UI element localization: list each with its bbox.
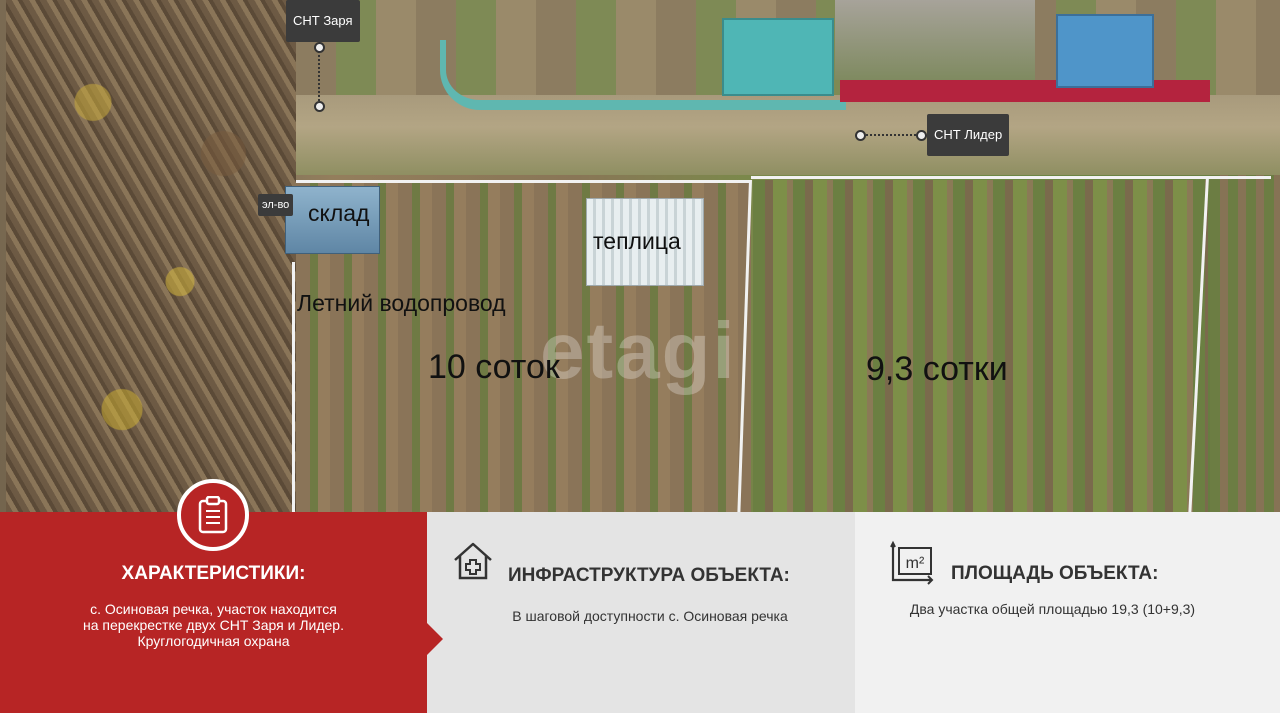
watermark: etagi — [540, 306, 737, 395]
infrastructure-text: В шаговой доступности с. Осиновая речка — [512, 608, 788, 624]
pin-dot — [916, 130, 927, 141]
teal-house — [722, 18, 834, 96]
characteristics-line: на перекрестке двух СНТ Заря и Лидер. — [83, 617, 344, 633]
label-plot-left: 10 соток — [428, 348, 560, 386]
label-plot-right: 9,3 сотки — [866, 350, 1008, 388]
boundary-line — [292, 262, 295, 512]
panel-pointer — [427, 623, 443, 655]
characteristics-title: ХАРАКТЕРИСТИКИ: — [121, 563, 306, 584]
blue-roof-house — [1056, 14, 1154, 88]
pin-dot — [855, 130, 866, 141]
label-vodoprovod: Летний водопровод — [297, 290, 506, 316]
plot-9-3-sotki — [753, 180, 1208, 512]
boundary-line — [296, 180, 751, 183]
area-text: Два участка общей площадью 19,3 (10+9,3) — [909, 601, 1196, 617]
neighbor-roofs — [835, 0, 1035, 80]
boundary-line — [751, 176, 1271, 179]
plot-neighbor-right — [1210, 175, 1280, 512]
pin-dot — [314, 101, 325, 112]
tag-electricity: эл-во — [258, 194, 294, 216]
clipboard-icon — [198, 496, 228, 534]
clipboard-badge — [177, 479, 249, 551]
pin-line — [318, 51, 320, 101]
area-icon-text: m² — [906, 555, 925, 572]
characteristics-text: с. Осиновая речка, участок находится на … — [20, 601, 407, 649]
label-sklad: склад — [308, 200, 370, 226]
label-teplica: теплица — [593, 228, 681, 254]
characteristics-line: Круглогодичная охрана — [137, 633, 290, 649]
forest-area — [6, 0, 296, 512]
area-title: ПЛОЩАДЬ ОБЪЕКТА: — [951, 563, 1159, 584]
characteristics-line: с. Осиновая речка, участок находится — [90, 601, 337, 617]
infrastructure-title: ИНФРАСТРУКТУРА ОБЪЕКТА: — [508, 565, 790, 586]
area-m2-icon: m² — [890, 540, 934, 585]
red-fence — [840, 80, 1210, 102]
pin-line — [866, 134, 916, 136]
house-plus-icon — [454, 542, 492, 580]
tag-snt-lider: СНТ Лидер — [927, 114, 1010, 156]
aerial-photo: etagi склад теплица Летний водопровод 10… — [0, 0, 1280, 512]
tag-snt-zarya: СНТ Заря — [286, 0, 360, 42]
